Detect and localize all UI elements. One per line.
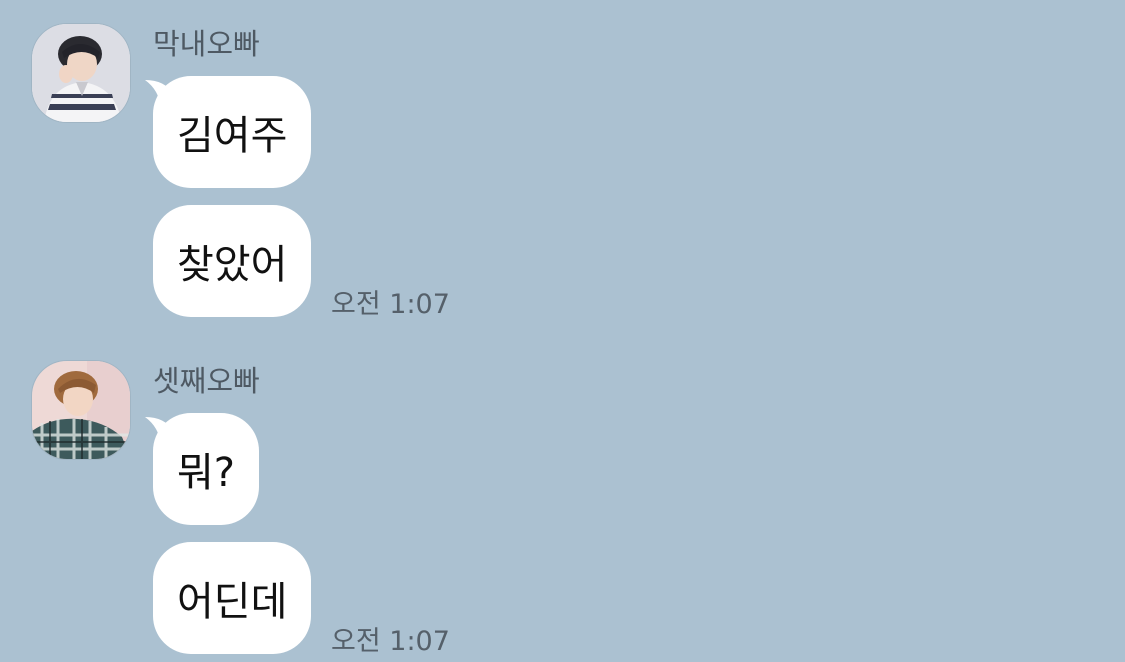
message-bubble[interactable]: 뭐? (153, 413, 260, 525)
profile-photo-icon (32, 24, 130, 122)
sender-avatar[interactable] (31, 360, 131, 460)
chat-room: 막내오빠 김여주 찾았어 오전 1:07 셋째오빠 뭐? 어딘데 오전 1:07 (0, 0, 1125, 662)
message-bubble[interactable]: 어딘데 (153, 542, 312, 654)
sender-avatar[interactable] (31, 23, 131, 123)
profile-photo-icon (32, 361, 130, 459)
message-time: 오전 1:07 (331, 289, 450, 320)
sender-name: 막내오빠 (153, 27, 260, 61)
sender-name: 셋째오빠 (153, 364, 260, 398)
message-bubble[interactable]: 찾았어 (153, 205, 312, 317)
message-bubble[interactable]: 김여주 (153, 76, 312, 188)
message-time: 오전 1:07 (331, 626, 450, 657)
